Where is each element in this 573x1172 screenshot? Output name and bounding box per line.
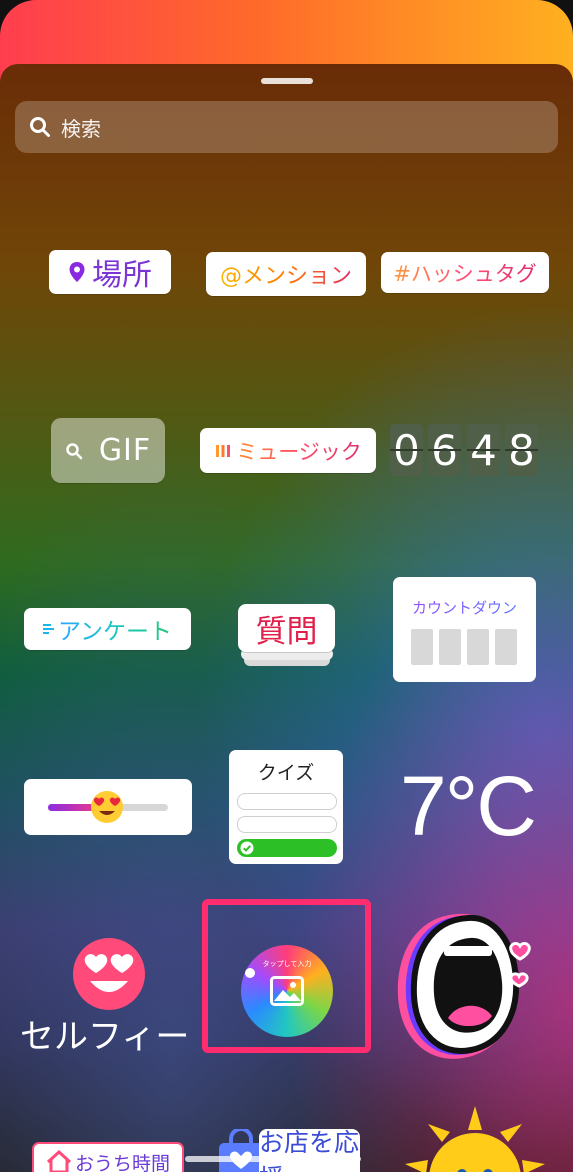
home-indicator — [185, 1156, 361, 1162]
countdown-box — [411, 629, 433, 665]
quiz-option — [237, 793, 337, 810]
clock-digit: 8 — [505, 424, 538, 476]
quiz-label: クイズ — [257, 762, 315, 784]
heart-eyes-emoji-icon — [91, 791, 123, 823]
add-yours-gradient-circle: タップして入力 — [241, 945, 333, 1037]
clock-digit: 4 — [467, 424, 500, 476]
support-small-business-sticker[interactable]: お店を応援 — [215, 1128, 365, 1172]
gif-label: GIF — [98, 433, 152, 468]
image-icon — [270, 976, 304, 1006]
search-icon — [30, 117, 50, 137]
clock-digit: 0 — [390, 424, 423, 476]
poll-sticker[interactable]: アンケート — [24, 608, 191, 650]
music-sticker[interactable]: ミュージック — [200, 428, 376, 473]
music-bars-icon — [216, 444, 231, 457]
countdown-label: カウントダウン — [393, 597, 536, 618]
poll-lines-icon — [42, 624, 54, 634]
quiz-option — [237, 816, 337, 833]
emoji-slider-sticker[interactable] — [24, 779, 192, 835]
stay-home-label: おうち時間 — [74, 1152, 170, 1172]
support-small-business-label-box: お店を応援 — [259, 1128, 360, 1172]
sun-sticker[interactable] — [400, 1104, 550, 1172]
add-yours-sticker-highlight[interactable]: タップして入力 — [202, 899, 371, 1053]
location-sticker[interactable]: 場所 — [49, 250, 171, 294]
add-yours-hint: タップして入力 — [262, 960, 312, 968]
drag-handle[interactable] — [261, 78, 313, 84]
poll-label: アンケート — [58, 612, 172, 646]
countdown-box — [495, 629, 517, 665]
mouth-sticker[interactable] — [388, 906, 538, 1076]
support-small-business-label: お店を応援 — [259, 1128, 360, 1172]
checkmark-icon — [240, 841, 254, 855]
hashtag-label: #ハッシュタグ — [393, 258, 537, 288]
questions-label: 質問 — [255, 613, 318, 650]
heart-eyes-emoji-icon — [73, 938, 145, 1010]
gif-sticker[interactable]: GIF — [51, 418, 165, 483]
stay-home-sticker[interactable]: おうち時間 — [32, 1142, 184, 1172]
search-icon — [66, 442, 83, 459]
sticker-tray: 検索 場所 @メンション #ハッシュタグ GIF ミュージック 0 6 4 8 … — [0, 64, 573, 1172]
hashtag-sticker[interactable]: #ハッシュタグ — [381, 252, 549, 293]
clock-digit: 6 — [428, 424, 461, 476]
mention-label: @メンション — [220, 258, 352, 290]
search-input[interactable]: 検索 — [61, 113, 101, 142]
temperature-sticker[interactable]: 7°C — [400, 758, 537, 855]
questions-card: 質問 — [238, 604, 335, 652]
selfie-sticker[interactable]: セルフィー — [20, 937, 196, 1057]
countdown-box — [439, 629, 461, 665]
location-pin-icon — [69, 262, 85, 282]
search-bar[interactable]: 検索 — [15, 101, 558, 153]
quiz-sticker[interactable]: クイズ — [229, 750, 343, 864]
add-yours-avatar-icon — [245, 968, 255, 978]
quiz-correct-option — [237, 839, 337, 857]
selfie-label: セルフィー — [20, 1017, 190, 1057]
location-label: 場所 — [92, 258, 152, 293]
mention-sticker[interactable]: @メンション — [206, 252, 366, 296]
house-icon — [46, 1150, 71, 1172]
countdown-box — [467, 629, 489, 665]
music-label: ミュージック — [236, 436, 362, 466]
